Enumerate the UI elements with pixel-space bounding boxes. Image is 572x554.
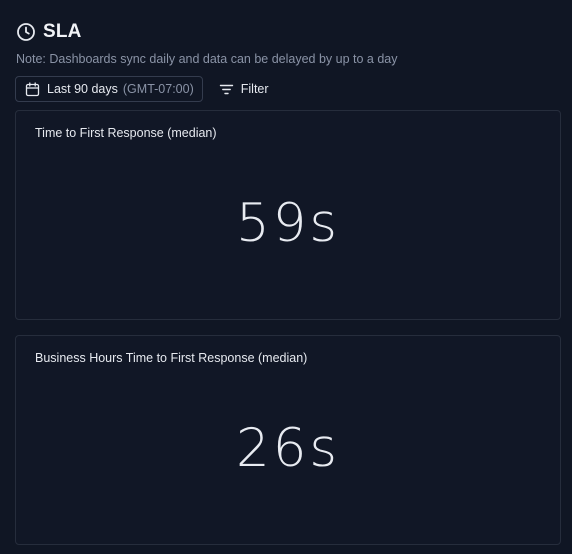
sync-note: Note: Dashboards sync daily and data can… xyxy=(16,52,398,66)
card-title: Time to First Response (median) xyxy=(35,126,217,140)
filter-icon xyxy=(219,82,234,97)
date-range-label: Last 90 days xyxy=(47,82,118,96)
sla-dashboard: SLA Note: Dashboards sync daily and data… xyxy=(0,0,572,554)
metric-card-business-hours-first-response: Business Hours Time to First Response (m… xyxy=(15,335,561,545)
filter-label: Filter xyxy=(240,82,269,96)
page-title: SLA xyxy=(43,21,82,42)
card-title: Business Hours Time to First Response (m… xyxy=(35,351,308,365)
filter-button[interactable]: Filter xyxy=(219,76,269,102)
metric-card-first-response: Time to First Response (median) 59s xyxy=(15,110,561,320)
date-range-picker[interactable]: Last 90 days (GMT-07:00) xyxy=(15,76,203,102)
timezone-label: (GMT-07:00) xyxy=(122,82,194,96)
page-header: SLA xyxy=(16,20,82,44)
metric-value: 26s xyxy=(235,418,341,479)
calendar-icon xyxy=(25,81,40,97)
clock-icon xyxy=(16,22,36,42)
toolbar: Last 90 days (GMT-07:00) Filter xyxy=(15,76,269,102)
metric-value: 59s xyxy=(235,193,341,254)
